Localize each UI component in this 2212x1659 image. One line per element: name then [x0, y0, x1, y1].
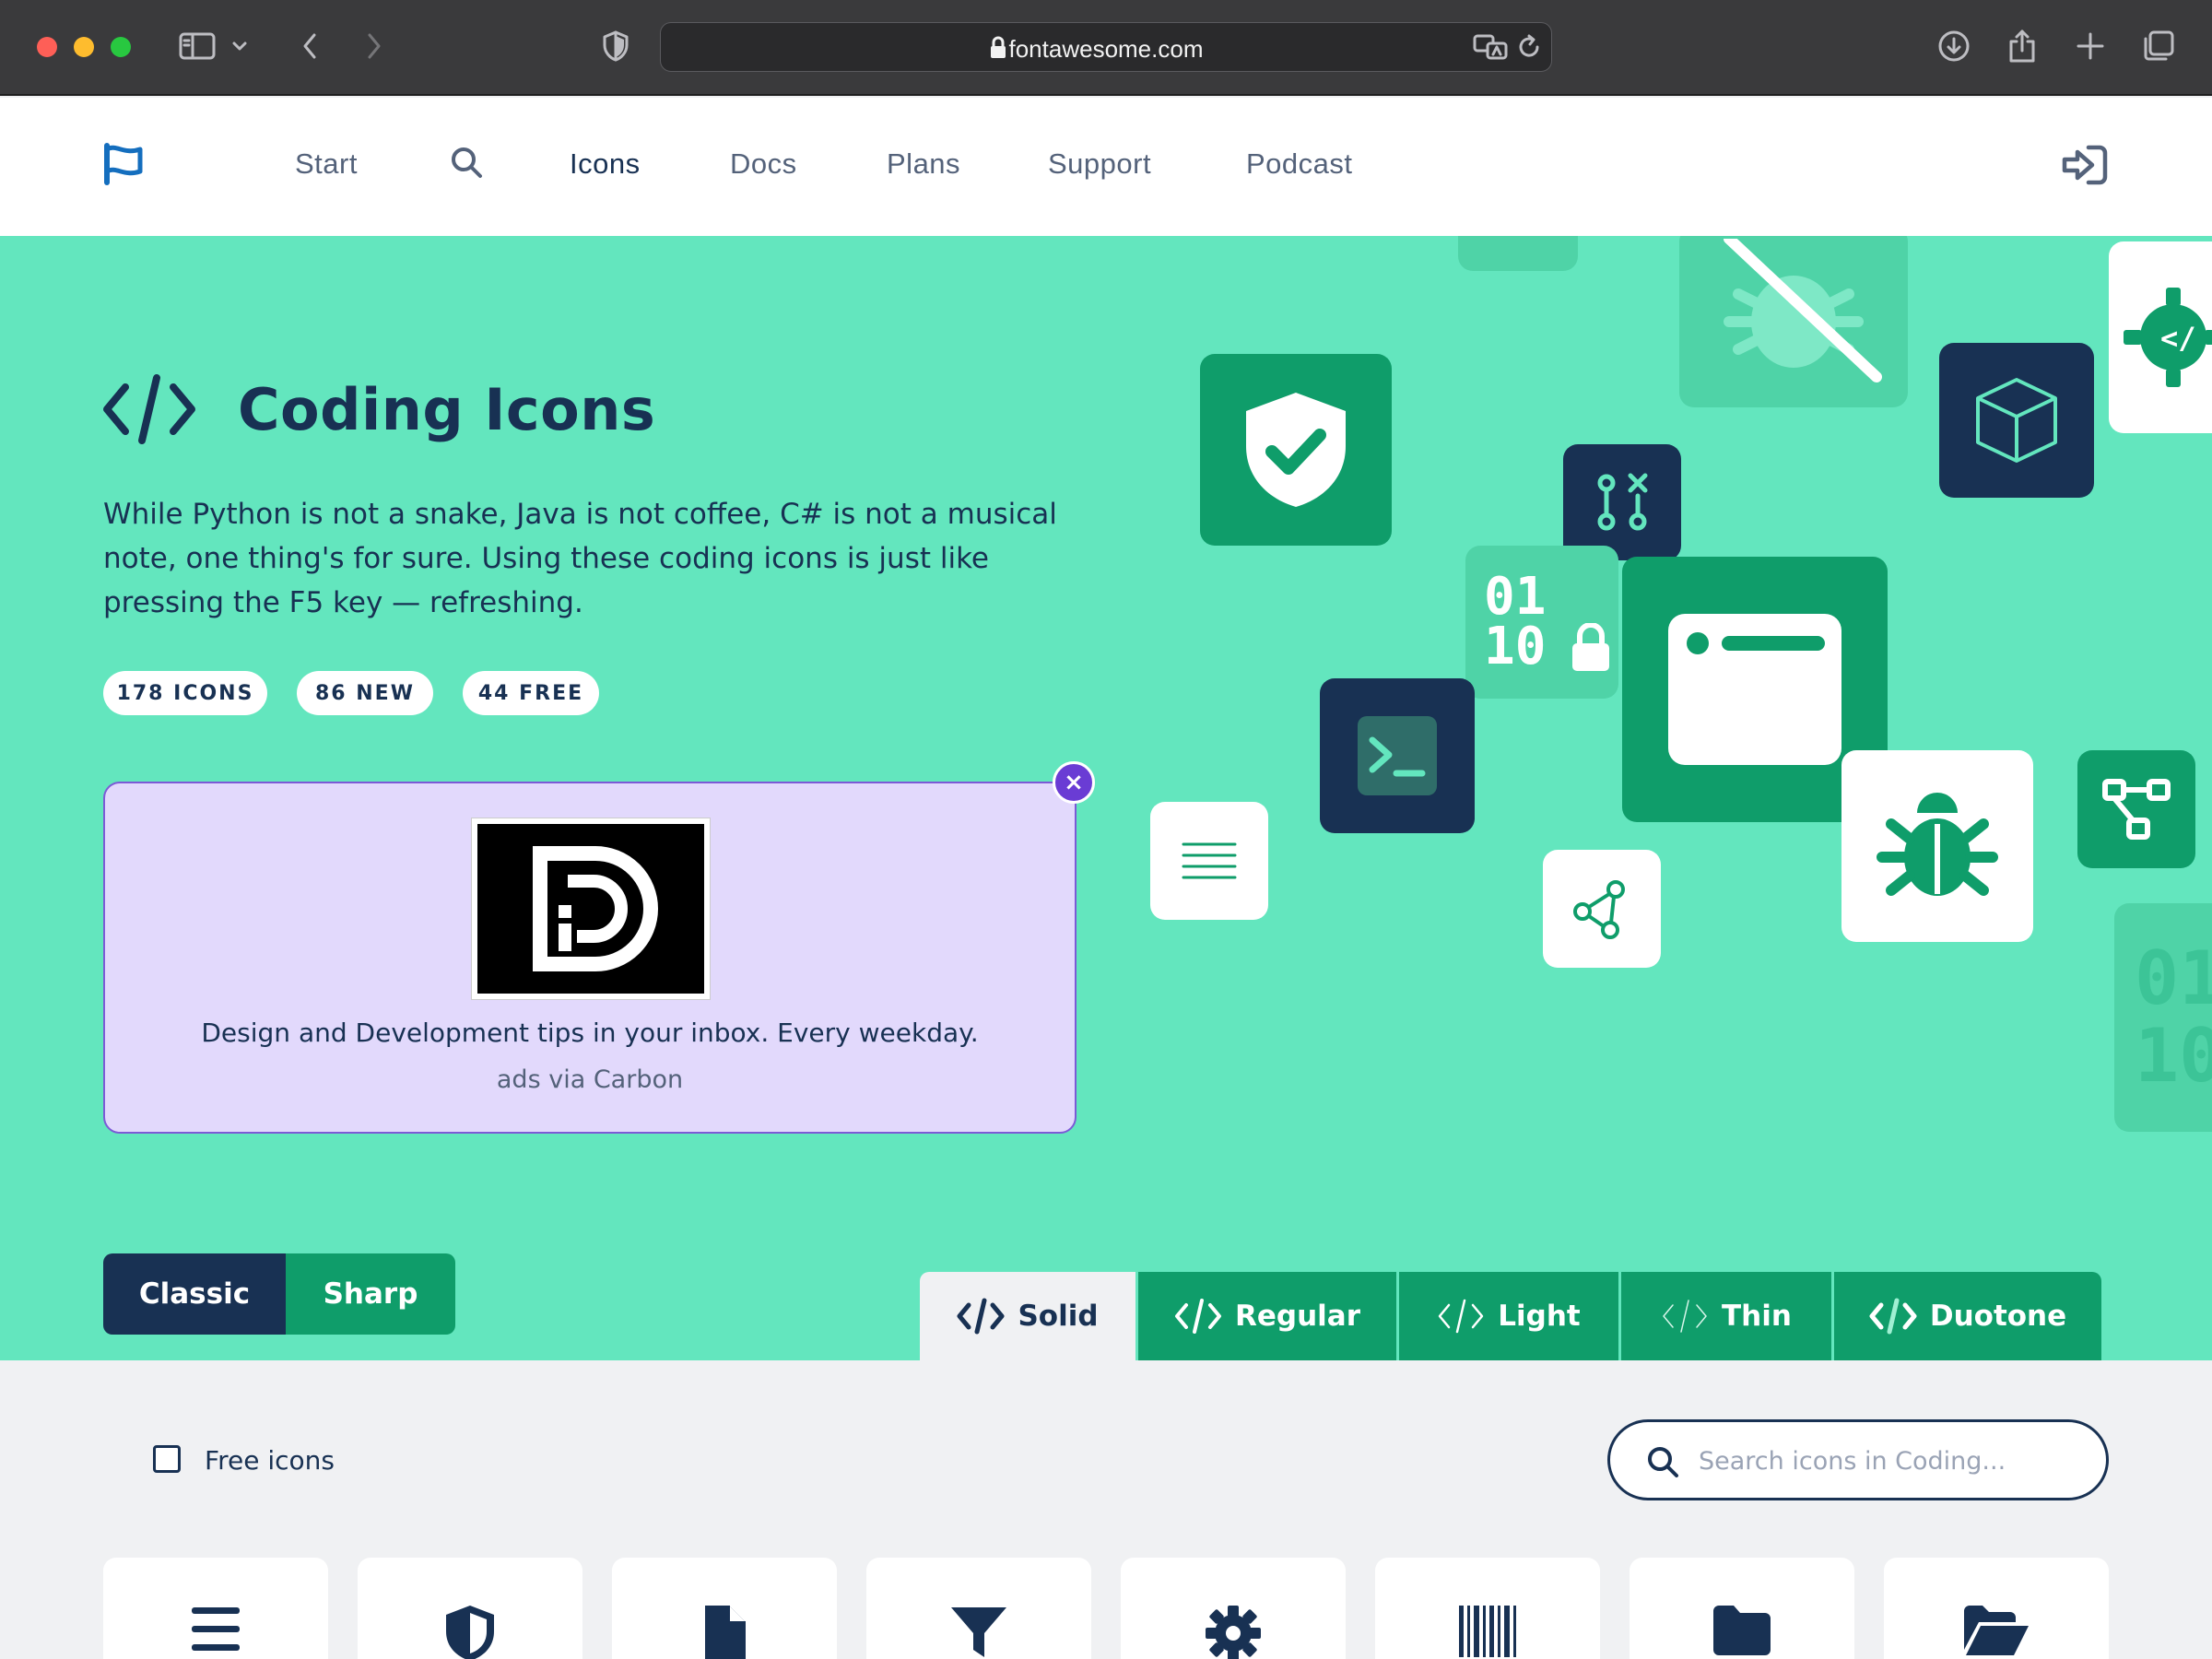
new-tab-icon[interactable] — [2070, 26, 2111, 66]
search-input[interactable] — [1699, 1441, 2086, 1481]
sign-in-icon[interactable] — [2061, 144, 2109, 190]
search-icon[interactable] — [450, 146, 483, 182]
code-icon — [1869, 1298, 1917, 1335]
code-icon — [1439, 1299, 1484, 1334]
tab-regular-label: Regular — [1235, 1300, 1360, 1333]
icon-card[interactable] — [612, 1558, 837, 1659]
filter-icon — [951, 1607, 1006, 1657]
ad-text[interactable]: Design and Development tips in your inbo… — [105, 1018, 1075, 1048]
align-justify-icon — [1150, 802, 1268, 920]
tab-thin[interactable]: Thin — [1621, 1272, 1831, 1360]
free-count-badge: 44 FREE — [463, 671, 599, 715]
icon-card[interactable] — [1121, 1558, 1346, 1659]
ad-logo-image[interactable] — [471, 818, 711, 1000]
code-icon — [957, 1298, 1005, 1335]
barcode-icon — [1459, 1606, 1516, 1657]
file-icon — [705, 1606, 746, 1659]
site-navigation: Start Icons Docs Plans Support Podcast — [0, 98, 2212, 236]
shield-check-icon — [1200, 354, 1392, 546]
tab-solid[interactable]: Solid — [920, 1272, 1135, 1360]
minimize-window-button[interactable] — [74, 37, 94, 57]
binary-right-line-1: 01 — [2135, 935, 2212, 1021]
url-text: fontawesome.com — [1008, 35, 1204, 63]
cube-icon — [1939, 343, 2094, 498]
nav-start[interactable]: Start — [295, 147, 358, 181]
search-icon — [1648, 1447, 1678, 1477]
ad-via-link[interactable]: ads via Carbon — [105, 1065, 1075, 1094]
icon-search-box[interactable] — [1607, 1419, 2109, 1500]
terminal-icon — [1320, 678, 1475, 833]
binary-lock-icon: 01 10 — [1465, 546, 1618, 699]
code-icon — [1663, 1300, 1707, 1333]
icon-card[interactable] — [1884, 1558, 2109, 1659]
forward-button[interactable] — [354, 26, 394, 66]
tab-overview-icon[interactable] — [2138, 26, 2179, 66]
browser-toolbar: fontawesome.com — [0, 0, 2212, 96]
folder-icon — [1713, 1606, 1771, 1655]
code-icon — [103, 374, 195, 444]
tab-light[interactable]: Light — [1399, 1272, 1618, 1360]
bug-icon — [1841, 750, 2033, 942]
nav-plans[interactable]: Plans — [887, 147, 960, 181]
tab-duotone[interactable]: Duotone — [1834, 1272, 2101, 1360]
close-ad-button[interactable]: × — [1053, 761, 1095, 804]
page-description: While Python is not a snake, Java is not… — [103, 498, 1057, 619]
tab-thin-label: Thin — [1722, 1300, 1792, 1333]
shield-halved-icon — [446, 1606, 494, 1659]
tab-regular[interactable]: Regular — [1138, 1272, 1396, 1360]
family-switch: Classic Sharp — [103, 1253, 455, 1335]
classic-button[interactable]: Classic — [103, 1253, 286, 1335]
translate-icon[interactable] — [1470, 27, 1511, 67]
gear-icon — [1206, 1606, 1261, 1659]
code-gear-icon: </ — [2109, 241, 2212, 433]
new-count-badge: 86 NEW — [297, 671, 433, 715]
icon-card[interactable] — [1630, 1558, 1854, 1659]
nav-icons[interactable]: Icons — [570, 147, 641, 181]
share-nodes-icon — [1543, 850, 1661, 968]
code-compare-icon — [1563, 444, 1681, 560]
carbon-ad[interactable]: Design and Development tips in your inbo… — [103, 782, 1077, 1134]
tab-solid-label: Solid — [1018, 1300, 1099, 1333]
bars-icon — [192, 1607, 240, 1651]
back-button[interactable] — [289, 26, 330, 66]
chevron-down-icon[interactable] — [227, 26, 253, 66]
free-icons-label[interactable]: Free icons — [205, 1445, 335, 1476]
tab-duotone-label: Duotone — [1929, 1300, 2067, 1333]
downloads-icon[interactable] — [1934, 26, 1974, 66]
page-title: Coding Icons — [238, 375, 656, 443]
sidebar-icon[interactable] — [177, 26, 218, 66]
share-icon[interactable] — [2002, 26, 2042, 66]
icon-card[interactable] — [103, 1558, 328, 1659]
bug-slash-icon — [1679, 236, 1908, 407]
font-awesome-logo[interactable] — [101, 142, 146, 190]
binary-line-1: 01 — [1484, 567, 1547, 627]
sharp-button[interactable]: Sharp — [286, 1253, 455, 1335]
nav-podcast[interactable]: Podcast — [1246, 147, 1353, 181]
folder-open-icon — [1964, 1606, 2029, 1655]
page-title-row: Coding Icons — [101, 372, 655, 446]
binary-right-line-2: 10 — [2135, 1013, 2212, 1099]
icon-count-badge: 178 ICONS — [103, 671, 267, 715]
close-window-button[interactable] — [37, 37, 57, 57]
diagram-project-icon — [2077, 750, 2195, 868]
tab-light-label: Light — [1498, 1300, 1581, 1333]
code-icon — [1175, 1299, 1221, 1334]
binary-tile-icon: 01 10 — [2114, 903, 2212, 1132]
nav-docs[interactable]: Docs — [730, 147, 797, 181]
zoom-window-button[interactable] — [111, 37, 131, 57]
svg-text:</: </ — [2160, 321, 2196, 356]
privacy-shield-icon[interactable] — [595, 26, 636, 66]
icon-card[interactable] — [358, 1558, 582, 1659]
free-icons-checkbox[interactable] — [153, 1445, 181, 1473]
nav-support[interactable]: Support — [1048, 147, 1151, 181]
style-tabs: Solid Regular Light Thin Duotone — [920, 1272, 2101, 1360]
binary-line-2: 10 — [1484, 617, 1547, 677]
reload-icon[interactable] — [1509, 27, 1549, 67]
decorative-tile — [1458, 236, 1578, 271]
hero-section: Coding Icons While Python is not a snake… — [0, 236, 2212, 1360]
icon-card[interactable] — [866, 1558, 1091, 1659]
address-bar[interactable]: fontawesome.com — [660, 22, 1552, 72]
icon-card[interactable] — [1375, 1558, 1600, 1659]
